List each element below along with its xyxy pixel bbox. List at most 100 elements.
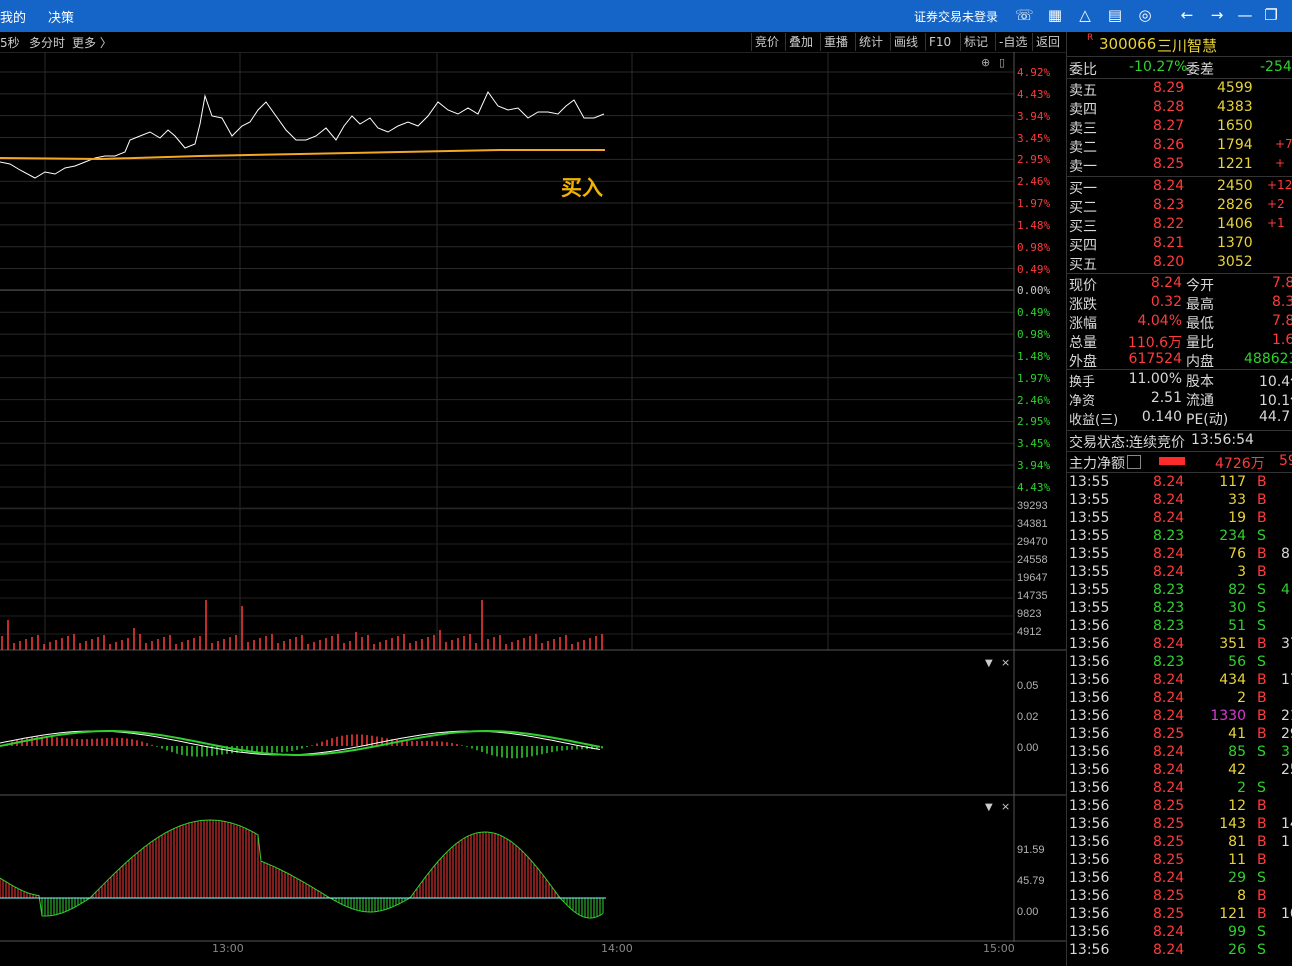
bid-row: 买一 8.24 2450 +12: [1067, 178, 1292, 197]
btn-f10[interactable]: F10: [925, 33, 954, 51]
tick-time: 13:55: [1069, 582, 1110, 598]
tick-volume: 3: [1237, 564, 1246, 580]
btn-auction[interactable]: 竞价: [751, 33, 782, 51]
volume-scale-label: 9823: [1017, 608, 1042, 620]
bid-price[interactable]: 8.23: [1153, 197, 1184, 213]
bid-label: 买四: [1069, 238, 1097, 254]
tick-time: 13:56: [1069, 906, 1110, 922]
price-scale-label: 2.95%: [1017, 153, 1051, 167]
btn-mark[interactable]: 标记: [960, 33, 991, 51]
stats-value: 2.51: [1150, 390, 1182, 406]
tick-row: 13:56 8.25 12 B: [1067, 798, 1292, 816]
ask-price[interactable]: 8.28: [1153, 99, 1184, 115]
quote-value2: 8.3: [1272, 294, 1292, 310]
bid-row: 买四 8.21 1370: [1067, 235, 1292, 254]
price-scale-label: 4.43%: [1017, 87, 1051, 101]
tick-time: 13:56: [1069, 942, 1110, 958]
tick-time: 13:55: [1069, 510, 1110, 526]
bid-price[interactable]: 8.20: [1153, 254, 1184, 270]
tick-volume: 30: [1228, 600, 1246, 616]
btn-back[interactable]: 返回: [1032, 33, 1063, 51]
forward-arrow-icon[interactable]: →: [1208, 6, 1226, 24]
tick-volume: 29: [1228, 870, 1246, 886]
price-scale-label: 3.45%: [1017, 131, 1051, 145]
settings-icon[interactable]: ◎: [1136, 6, 1154, 24]
ask-price[interactable]: 8.25: [1153, 156, 1184, 172]
bid-price[interactable]: 8.24: [1153, 178, 1184, 194]
tick-row: 13:56 8.24 99 S: [1067, 924, 1292, 942]
tick-price: 8.25: [1153, 906, 1185, 922]
ask-label: 卖四: [1069, 102, 1097, 118]
headset-icon[interactable]: ☏: [1015, 6, 1034, 24]
login-status[interactable]: 证券交易未登录: [914, 8, 998, 25]
tick-row: 13:56 8.23 51 S: [1067, 618, 1292, 636]
tick-count: 8: [1281, 546, 1290, 562]
btn-overlay[interactable]: 叠加: [785, 33, 816, 51]
tick-row: 13:56 8.24 2 B: [1067, 690, 1292, 708]
close-icon-2: ×: [1001, 800, 1010, 813]
bid-change: +12: [1267, 178, 1292, 192]
stock-name[interactable]: 三川智慧: [1157, 35, 1217, 56]
tick-price: 8.24: [1153, 924, 1185, 940]
notes-icon[interactable]: ▤: [1106, 6, 1124, 24]
tick-time: 13:56: [1069, 870, 1110, 886]
volume-scale-label: 29470: [1017, 536, 1048, 548]
tick-direction: B: [1257, 672, 1267, 688]
ask-row: 卖一 8.25 1221 +: [1067, 156, 1292, 175]
btn-watchlist[interactable]: -自选: [995, 33, 1030, 51]
tick-volume: 121: [1219, 906, 1246, 922]
minimize-icon[interactable]: —: [1236, 6, 1254, 24]
tick-time: 13:55: [1069, 600, 1110, 616]
tick-volume: 26: [1228, 942, 1246, 958]
tick-price: 8.24: [1153, 672, 1185, 688]
tick-direction: B: [1257, 690, 1267, 706]
tick-direction: B: [1257, 564, 1267, 580]
quote-row: 现价 8.24 今开 7.8: [1067, 275, 1292, 294]
tick-row: 13:56 8.23 56 S: [1067, 654, 1292, 672]
list-icon[interactable]: [1127, 455, 1141, 469]
trade-status: 交易状态: 连续竞价 13:56:54: [1069, 432, 1254, 451]
bid-price[interactable]: 8.22: [1153, 216, 1184, 232]
ask-price[interactable]: 8.29: [1153, 80, 1184, 96]
tick-row: 13:56 8.24 42 25: [1067, 762, 1292, 780]
ask-row: 卖五 8.29 4599: [1067, 80, 1292, 99]
tick-direction: B: [1257, 474, 1267, 490]
tick-price: 8.25: [1153, 816, 1185, 832]
btn-draw[interactable]: 画线: [890, 33, 921, 51]
bid-label: 买二: [1069, 200, 1097, 216]
tick-volume: 1330: [1210, 708, 1246, 724]
stats-row: 换手 11.00%股本 10.4亿: [1067, 371, 1292, 390]
ask-price[interactable]: 8.26: [1153, 137, 1184, 153]
btn-replay[interactable]: 重播: [820, 33, 851, 51]
tick-count: 29: [1281, 726, 1292, 742]
shirt-icon[interactable]: △: [1076, 6, 1094, 24]
stock-code[interactable]: 300066: [1099, 35, 1156, 53]
btn-stats[interactable]: 统计: [855, 33, 886, 51]
tab-5s[interactable]: 5秒: [0, 34, 20, 51]
price-scale-label: 1.48%: [1017, 349, 1051, 363]
restore-icon[interactable]: ❐: [1262, 6, 1280, 24]
bid-row: 买三 8.22 1406 +1: [1067, 216, 1292, 235]
tick-row: 13:56 8.25 41 B 29: [1067, 726, 1292, 744]
back-arrow-icon[interactable]: ←: [1178, 6, 1196, 24]
tab-multi-time[interactable]: 多分时: [29, 34, 65, 51]
tick-time: 13:55: [1069, 546, 1110, 562]
ask-price[interactable]: 8.27: [1153, 118, 1184, 134]
indicator-scale-label: 0.00: [1017, 906, 1039, 918]
tick-time: 13:55: [1069, 528, 1110, 544]
tick-price: 8.24: [1153, 636, 1185, 652]
grid-icon[interactable]: ▦: [1046, 6, 1064, 24]
tab-more[interactable]: 更多 〉: [72, 34, 112, 51]
price-scale-label: 2.46%: [1017, 175, 1051, 189]
intraday-chart[interactable]: ⊕ ▯ ▼ × ▼ ×: [0, 52, 1066, 966]
menu-mine[interactable]: 我的: [0, 7, 26, 26]
tick-direction: B: [1257, 816, 1267, 832]
quote-value2: 7.8: [1272, 275, 1292, 291]
tick-price: 8.24: [1153, 492, 1185, 508]
tick-direction: B: [1257, 510, 1267, 526]
bid-price[interactable]: 8.21: [1153, 235, 1184, 251]
bid-label: 买一: [1069, 181, 1097, 197]
menu-decision[interactable]: 决策: [48, 7, 74, 26]
price-scale-label: 0.00%: [1017, 284, 1051, 298]
ask-label: 卖二: [1069, 140, 1097, 156]
